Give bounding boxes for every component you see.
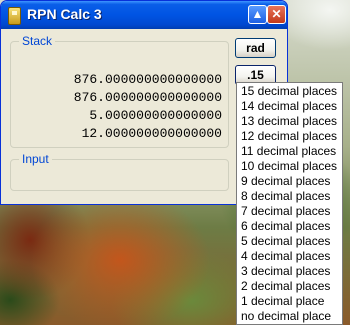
roll-up-button[interactable]: ▲ xyxy=(248,5,267,24)
input-label: Input xyxy=(19,152,52,166)
menu-item-13-decimal-places[interactable]: 13 decimal places xyxy=(237,114,342,129)
menu-item-4-decimal-places[interactable]: 4 decimal places xyxy=(237,249,342,264)
menu-item-1-decimal-place[interactable]: 1 decimal place xyxy=(237,294,342,309)
menu-item-5-decimal-places[interactable]: 5 decimal places xyxy=(237,234,342,249)
menu-item-7-decimal-places[interactable]: 7 decimal places xyxy=(237,204,342,219)
title-bar[interactable]: RPN Calc 3 ▲ ✕ xyxy=(1,1,287,29)
menu-item-14-decimal-places[interactable]: 14 decimal places xyxy=(237,99,342,114)
menu-item-2-decimal-places[interactable]: 2 decimal places xyxy=(237,279,342,294)
menu-item-15-decimal-places[interactable]: 15 decimal places xyxy=(237,84,342,99)
menu-item-9-decimal-places[interactable]: 9 decimal places xyxy=(237,174,342,189)
stack-group: Stack 876.000000000000000 876.0000000000… xyxy=(10,34,229,148)
stack-line: 12.000000000000000 xyxy=(81,126,222,141)
menu-item-8-decimal-places[interactable]: 8 decimal places xyxy=(237,189,342,204)
menu-item-11-decimal-places[interactable]: 11 decimal places xyxy=(237,144,342,159)
window-title: RPN Calc 3 xyxy=(27,6,102,22)
menu-item-3-decimal-places[interactable]: 3 decimal places xyxy=(237,264,342,279)
stack-line: 876.000000000000000 xyxy=(73,90,222,105)
angle-mode-button[interactable]: rad xyxy=(235,38,276,58)
menu-item-no-decimal-place[interactable]: no decimal place xyxy=(237,309,342,324)
menu-item-10-decimal-places[interactable]: 10 decimal places xyxy=(237,159,342,174)
input-group[interactable]: Input xyxy=(10,152,229,191)
stack-label: Stack xyxy=(19,34,56,48)
close-button[interactable]: ✕ xyxy=(267,5,286,24)
stack-line: 5.000000000000000 xyxy=(89,108,222,123)
calculator-icon xyxy=(8,7,21,25)
decimal-places-menu: 15 decimal places 14 decimal places 13 d… xyxy=(236,82,343,325)
menu-item-6-decimal-places[interactable]: 6 decimal places xyxy=(237,219,342,234)
stack-line: 876.000000000000000 xyxy=(73,72,222,87)
menu-item-12-decimal-places[interactable]: 12 decimal places xyxy=(237,129,342,144)
